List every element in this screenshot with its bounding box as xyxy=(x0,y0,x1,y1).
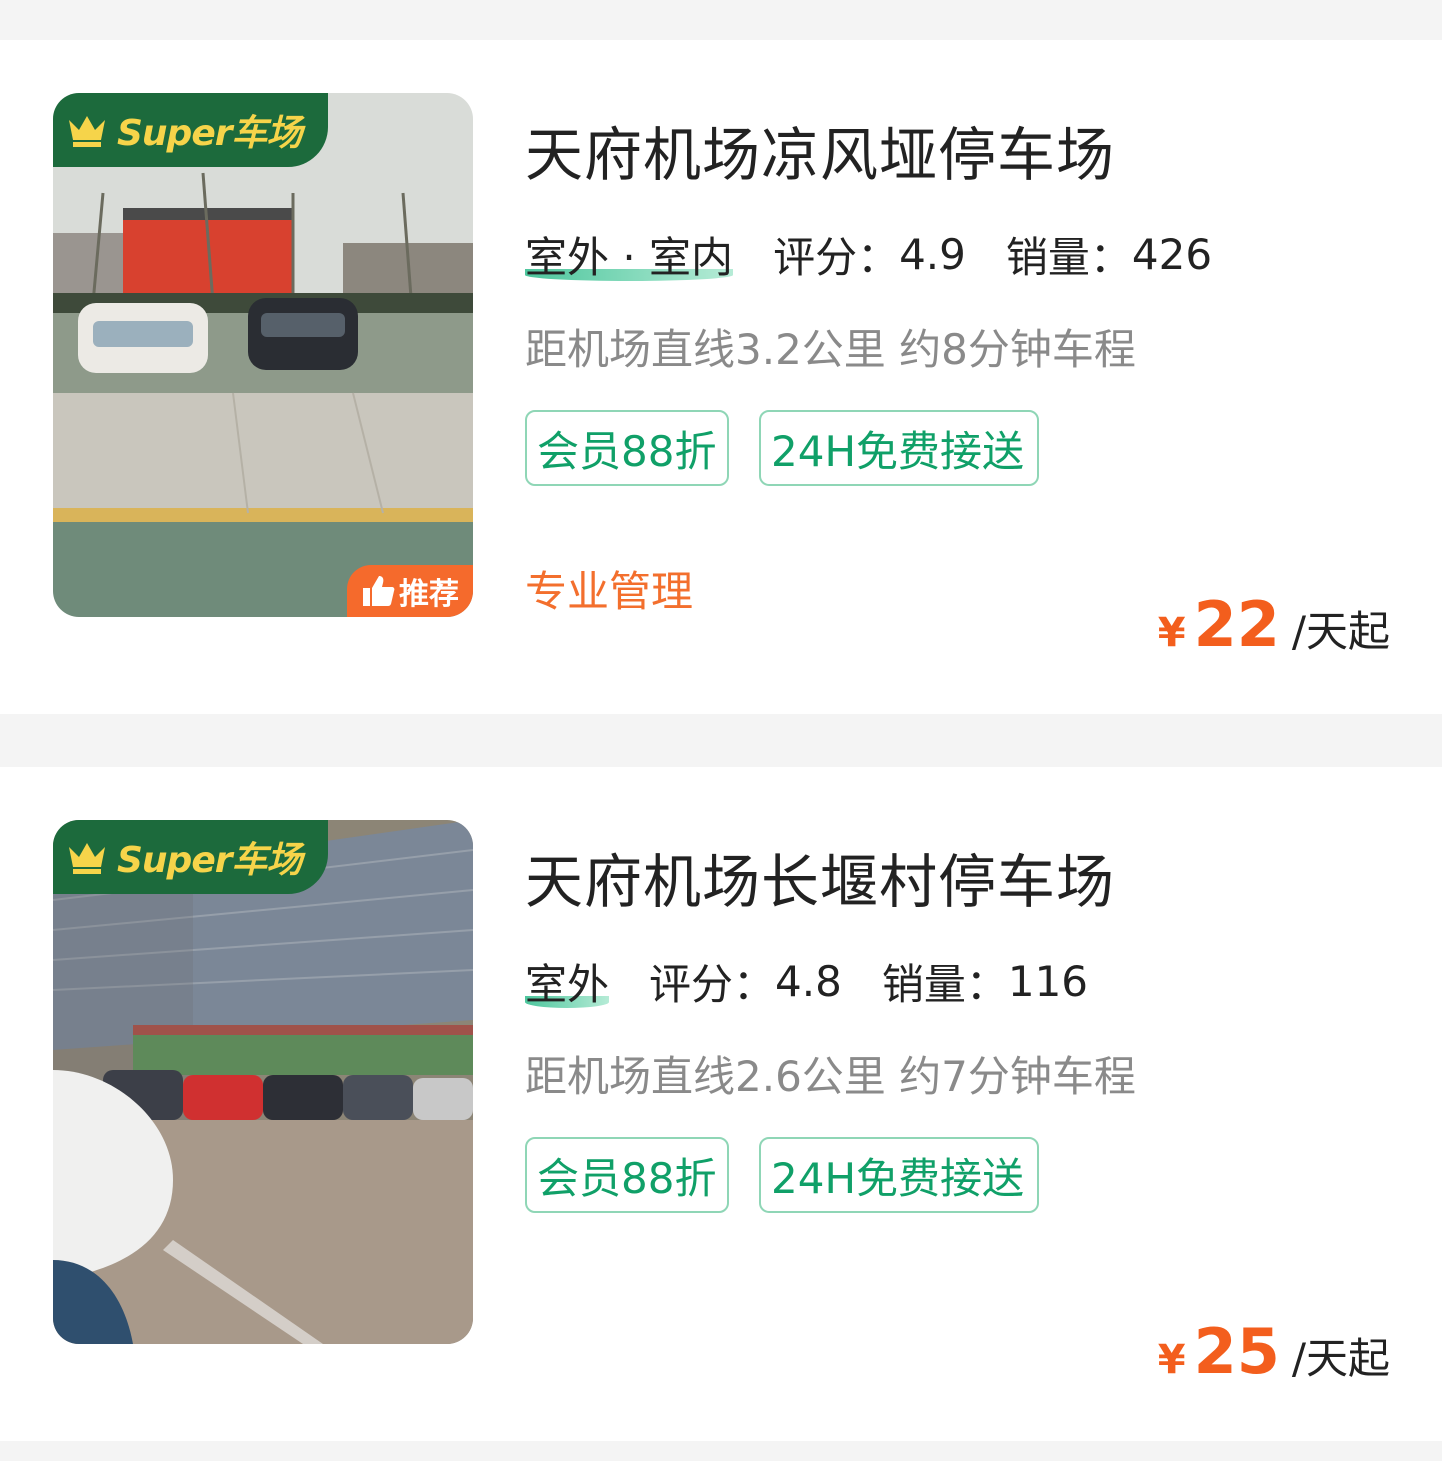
parking-lot-photo[interactable]: Super车场 推荐 xyxy=(53,93,473,617)
parking-listing-card[interactable]: Super车场 推荐 天府机场凉风垭停车场 室外 · 室内 评分： 4.9 销量… xyxy=(0,40,1442,714)
distance-info: 距机场直线3.2公里 约8分钟车程 xyxy=(525,325,1136,374)
super-badge-label: Super车场 xyxy=(117,113,302,154)
parking-lot-photo[interactable]: Super车场 xyxy=(53,820,473,1344)
currency-symbol: ¥ xyxy=(1157,1337,1186,1383)
distance-info: 距机场直线2.6公里 约7分钟车程 xyxy=(525,1052,1136,1101)
parking-lot-name[interactable]: 天府机场凉风垭停车场 xyxy=(525,108,1115,192)
rating-label: 评分： xyxy=(773,232,900,282)
price-unit: /天起 xyxy=(1291,607,1390,656)
price-value: 25 xyxy=(1193,1315,1280,1388)
parking-listing-card[interactable]: Super车场 天府机场长堰村停车场 室外 评分： 4.8 销量： 116 距机… xyxy=(0,767,1442,1441)
member-discount-tag: 会员88折 xyxy=(525,1137,729,1213)
sales-label: 销量： xyxy=(881,959,1008,1009)
outdoor-parking-scene xyxy=(53,93,473,617)
crown-icon xyxy=(69,116,105,147)
environment-label: 室外 xyxy=(525,959,610,1009)
crown-icon xyxy=(69,843,105,874)
free-shuttle-tag: 24H免费接送 xyxy=(759,410,1039,486)
thumbs-up-icon xyxy=(363,576,395,606)
price-display: ¥ 25 /天起 xyxy=(1158,1315,1390,1388)
tag-list: 会员88折 24H免费接送 xyxy=(525,410,1039,486)
recommend-badge: 推荐 xyxy=(347,565,473,617)
free-shuttle-tag: 24H免费接送 xyxy=(759,1137,1039,1213)
rating-label: 评分： xyxy=(649,959,776,1009)
sales-label: 销量： xyxy=(1005,232,1132,282)
listing-meta: 室外 评分： 4.8 销量： 116 xyxy=(525,953,1088,1009)
parking-lot-name[interactable]: 天府机场长堰村停车场 xyxy=(525,835,1115,919)
sales-value: 426 xyxy=(1131,229,1213,279)
rating-value: 4.8 xyxy=(775,956,842,1006)
listing-meta: 室外 · 室内 评分： 4.9 销量： 426 xyxy=(525,226,1212,282)
super-parking-badge: Super车场 xyxy=(53,93,328,167)
tag-list: 会员88折 24H免费接送 xyxy=(525,1137,1039,1213)
price-value: 22 xyxy=(1193,588,1280,661)
member-discount-tag: 会员88折 xyxy=(525,410,729,486)
recommend-label: 推荐 xyxy=(399,577,459,612)
covered-parking-scene xyxy=(53,820,473,1344)
super-badge-label: Super车场 xyxy=(117,840,302,881)
rating-value: 4.9 xyxy=(899,229,966,279)
price-display: ¥ 22 /天起 xyxy=(1158,588,1390,661)
sales-value: 116 xyxy=(1007,956,1089,1006)
super-parking-badge: Super车场 xyxy=(53,820,328,894)
currency-symbol: ¥ xyxy=(1157,610,1186,656)
price-unit: /天起 xyxy=(1291,1334,1390,1383)
environment-label: 室外 · 室内 xyxy=(525,232,734,282)
feature-label: 专业管理 xyxy=(525,567,694,616)
